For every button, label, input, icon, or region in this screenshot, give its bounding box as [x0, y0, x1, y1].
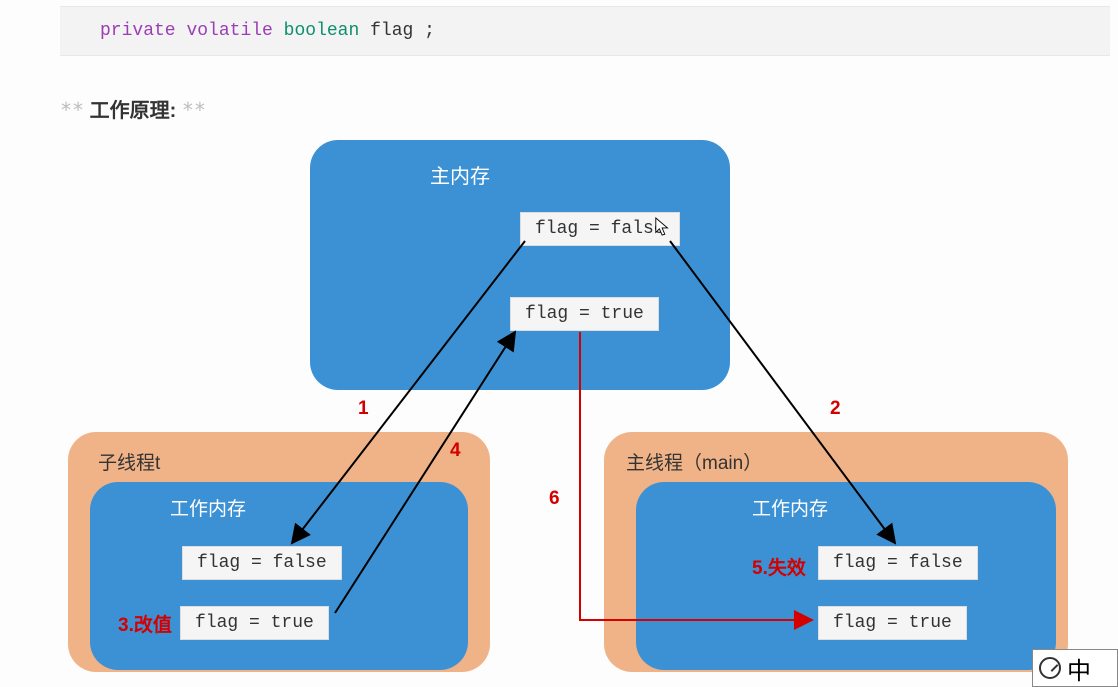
variable-name: flag [370, 21, 413, 41]
main-memory-value-true: flag = true [510, 297, 659, 331]
annotation-1: 1 [358, 398, 369, 420]
annotation-5: 5.失效 [752, 553, 806, 580]
main-thread-label: 主线程（main） [626, 448, 762, 475]
ime-indicator: 中 [1032, 649, 1118, 687]
heading-stars-left: ** [60, 98, 84, 122]
ime-language-char: 中 [1067, 651, 1091, 686]
child-value-false: flag = false [182, 546, 342, 580]
heading: ** 工作原理: ** [60, 94, 206, 123]
annotation-2: 2 [830, 398, 841, 420]
main-value-false: flag = false [818, 546, 978, 580]
main-memory-label: 主内存 [430, 160, 490, 189]
child-thread-label: 子线程t [98, 448, 160, 475]
code-block: private volatile boolean flag ; [60, 6, 1110, 56]
keyword-private: private [100, 21, 176, 41]
main-value-true: flag = true [818, 606, 967, 640]
annotation-6: 6 [549, 488, 560, 510]
child-value-true: flag = true [180, 606, 329, 640]
annotation-4: 4 [450, 440, 461, 462]
keyword-boolean: boolean [284, 21, 360, 41]
gauge-icon [1039, 657, 1061, 679]
keyword-volatile: volatile [186, 21, 272, 41]
main-memory-value-false: flag = false [520, 212, 680, 246]
heading-stars-right: ** [182, 98, 206, 122]
heading-title: 工作原理: [90, 100, 177, 122]
child-working-memory-label: 工作内存 [170, 494, 246, 521]
main-working-memory-label: 工作内存 [752, 494, 828, 521]
annotation-3: 3.改值 [118, 610, 172, 637]
main-memory-box: 主内存 [310, 140, 730, 390]
semicolon: ; [424, 21, 435, 41]
